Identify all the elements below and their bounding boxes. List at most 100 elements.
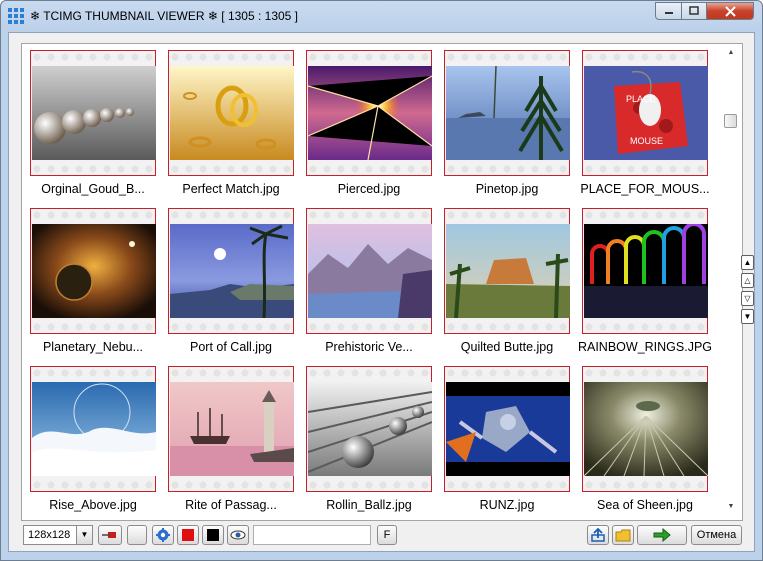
thumbnail-item[interactable]: RAINBOW_RINGS.JPG <box>578 208 720 366</box>
thumbnail-image[interactable] <box>170 224 294 318</box>
thumbnail-filename: Quilted Butte.jpg <box>460 340 554 354</box>
scroll-down-arrow-icon[interactable]: ▼ <box>726 502 736 512</box>
first-page-button[interactable]: ▲ <box>741 255 754 270</box>
thumbnail-filename: Rite of Passag... <box>185 498 277 512</box>
snowflake-icon: ❄ <box>207 9 218 23</box>
thumbnail-frame[interactable] <box>30 50 156 176</box>
black-swatch <box>207 529 219 541</box>
thumbnail-image[interactable] <box>308 66 432 160</box>
thumbnail-item[interactable]: Planetary_Nebu... <box>30 208 168 366</box>
thumbnail-frame[interactable] <box>306 50 432 176</box>
client-area: Orginal_Goud_B... Perfect Match.jpg Pierce… <box>8 32 755 552</box>
upload-button[interactable] <box>587 525 609 545</box>
minimize-button[interactable] <box>655 2 682 20</box>
eye-icon <box>230 530 246 540</box>
thumbnail-frame[interactable] <box>444 366 570 492</box>
close-icon <box>724 5 736 17</box>
thumbnail-item[interactable]: Quilted Butte.jpg <box>444 208 582 366</box>
title-bar[interactable]: ❄ TCIMG THUMBNAIL VIEWER ❄ [ 1305 : 1305… <box>1 1 762 31</box>
thumbnail-image[interactable] <box>32 224 156 318</box>
svg-text:MOUSE: MOUSE <box>630 136 663 146</box>
filter-input[interactable] <box>253 525 371 545</box>
thumbnail-frame[interactable]: PLACE MOUSE <box>582 50 708 176</box>
chevron-down-icon[interactable]: ▼ <box>76 526 92 544</box>
folder-icon <box>615 529 631 541</box>
thumbnail-item[interactable]: Rite of Passag... <box>168 366 306 520</box>
thumbnail-image[interactable] <box>446 66 570 160</box>
maximize-icon <box>689 6 699 15</box>
go-button[interactable] <box>637 525 687 545</box>
bottom-toolbar: 128x128 ▼ F Отмена <box>9 525 754 549</box>
red-swatch <box>182 529 194 541</box>
svg-text:PLACE: PLACE <box>626 94 656 104</box>
thumbnail-item[interactable]: Prehistoric Ve... <box>306 208 444 366</box>
thumbnail-image[interactable] <box>584 224 708 318</box>
blank-button[interactable] <box>127 525 147 545</box>
thumbnail-image[interactable] <box>32 382 156 476</box>
thumbnail-filename: Perfect Match.jpg <box>182 182 280 196</box>
thumbnail-frame[interactable] <box>168 366 294 492</box>
grid-app-icon <box>8 8 24 24</box>
thumbnail-frame[interactable] <box>582 208 708 334</box>
page-up-button[interactable]: △ <box>741 273 754 288</box>
thumbnail-item[interactable]: Orginal_Goud_B... <box>30 50 168 208</box>
thumbnail-item[interactable]: Pinetop.jpg <box>444 50 582 208</box>
thumbnail-item[interactable]: Sea of Sheen.jpg <box>582 366 720 520</box>
thumbnail-image[interactable] <box>308 224 432 318</box>
f-button-label: F <box>383 529 391 541</box>
thumbnail-image[interactable] <box>584 382 708 476</box>
thumbnail-item[interactable]: RUNZ.jpg <box>444 366 582 520</box>
thumbnail-filename: Prehistoric Ve... <box>325 340 413 354</box>
thumbnail-frame[interactable] <box>168 50 294 176</box>
thumbnail-frame[interactable] <box>306 208 432 334</box>
vertical-scrollbar[interactable]: ▲ ▼ <box>724 46 738 516</box>
arrow-right-icon <box>653 528 671 542</box>
window-title: ❄ TCIMG THUMBNAIL VIEWER ❄ [ 1305 : 1305… <box>30 9 298 23</box>
thumbnail-image[interactable] <box>170 382 294 476</box>
pin-button[interactable] <box>98 525 122 545</box>
thumbnail-item[interactable]: Rollin_Ballz.jpg <box>306 366 444 520</box>
thumbnail-filename: Pierced.jpg <box>337 182 401 196</box>
maximize-button[interactable] <box>681 2 707 20</box>
thumbnail-frame[interactable] <box>306 366 432 492</box>
thumbnail-frame[interactable] <box>168 208 294 334</box>
thumbnail-image[interactable] <box>32 66 156 160</box>
thumbnail-item[interactable]: Pierced.jpg <box>306 50 444 208</box>
thumbnail-filename: Rise_Above.jpg <box>49 498 137 512</box>
scrollbar-thumb[interactable] <box>724 114 737 128</box>
thumbnail-image[interactable]: PLACE MOUSE <box>584 66 708 160</box>
thumbnail-filename: Port of Call.jpg <box>190 340 272 354</box>
settings-button[interactable] <box>152 525 174 545</box>
thumbnail-image[interactable] <box>308 382 432 476</box>
f-button[interactable]: F <box>377 525 397 545</box>
thumbnail-size-select[interactable]: 128x128 ▼ <box>23 525 93 545</box>
thumbnail-frame[interactable] <box>444 208 570 334</box>
red-color-button[interactable] <box>177 525 199 545</box>
thumbnail-item[interactable]: Port of Call.jpg <box>168 208 306 366</box>
last-page-button[interactable]: ▼ <box>741 309 754 324</box>
title-counter: [ 1305 : 1305 ] <box>221 9 299 23</box>
thumbnail-image[interactable] <box>446 224 570 318</box>
minimize-icon <box>664 12 673 14</box>
thumbnail-filename: Rollin_Ballz.jpg <box>326 498 412 512</box>
thumbnail-frame[interactable] <box>582 366 708 492</box>
thumbnail-filename: Planetary_Nebu... <box>42 340 144 354</box>
thumbnail-image[interactable] <box>170 66 294 160</box>
black-color-button[interactable] <box>202 525 224 545</box>
thumbnail-image[interactable] <box>446 382 570 476</box>
thumbnail-item[interactable]: PLACE MOUSE PLACE_FOR_MOUS... <box>580 50 720 208</box>
thumbnail-frame[interactable] <box>30 366 156 492</box>
thumbnail-item[interactable]: Rise_Above.jpg <box>30 366 168 520</box>
scroll-up-arrow-icon[interactable]: ▲ <box>726 48 736 58</box>
close-button[interactable] <box>706 2 754 20</box>
preview-button[interactable] <box>227 525 249 545</box>
thumbnail-filename: Orginal_Goud_B... <box>41 182 145 196</box>
thumbnail-frame[interactable] <box>30 208 156 334</box>
page-down-button[interactable]: ▽ <box>741 291 754 306</box>
cancel-button[interactable]: Отмена <box>691 525 742 545</box>
folder-button[interactable] <box>612 525 634 545</box>
thumbnail-item[interactable]: Perfect Match.jpg <box>168 50 306 208</box>
thumbnail-frame[interactable] <box>444 50 570 176</box>
snowflake-icon: ❄ <box>30 9 41 23</box>
thumbnail-panel[interactable]: Orginal_Goud_B... Perfect Match.jpg Pierce… <box>21 43 743 521</box>
